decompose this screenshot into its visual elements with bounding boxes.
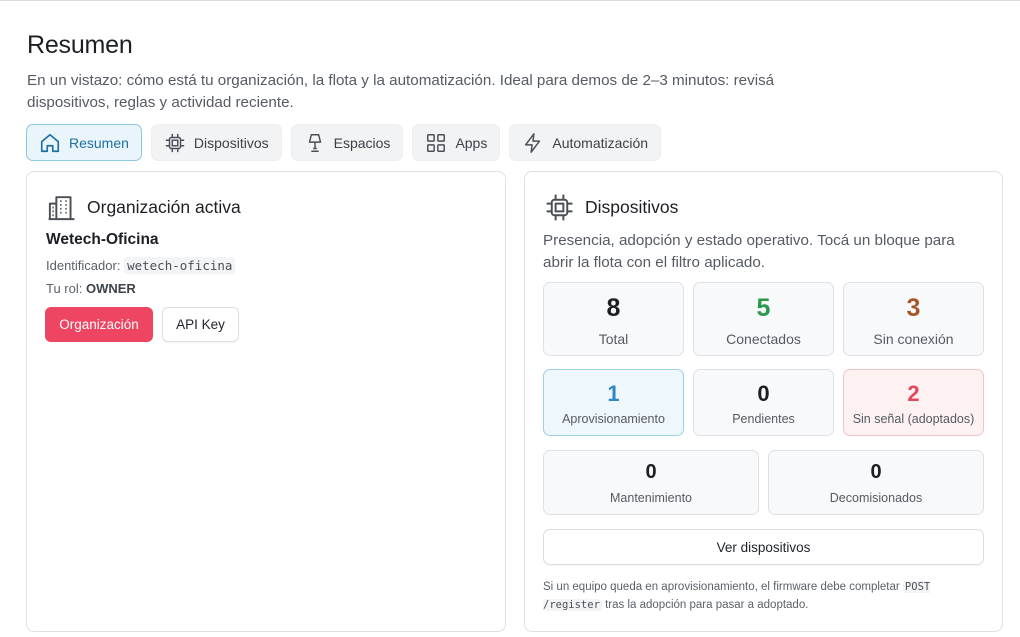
provisioning-note: Si un equipo queda en aprovisionamiento,… (543, 578, 983, 614)
identifier-label: Identificador: (46, 258, 121, 273)
stat-pending[interactable]: 0 Pendientes (693, 369, 834, 436)
stat-value: 0 (645, 461, 657, 483)
tab-label: Apps (455, 134, 488, 151)
chip-icon (165, 133, 185, 152)
organization-role: Tu rol: OWNER (46, 281, 136, 296)
tab-label: Automatización (552, 134, 649, 151)
home-icon (40, 133, 60, 152)
stat-value: 1 (607, 381, 620, 406)
grid-icon (427, 133, 446, 152)
stat-connected[interactable]: 5 Conectados (693, 282, 834, 356)
api-key-button[interactable]: API Key (162, 307, 239, 342)
stat-value: 3 (906, 294, 921, 322)
note-text: Si un equipo queda en aprovisionamiento,… (543, 581, 900, 593)
devices-card-header: Dispositivos (544, 192, 678, 223)
tab-automatizacion[interactable]: Automatización (509, 124, 662, 161)
stat-decommissioned[interactable]: 0 Decomisionados (768, 450, 984, 515)
devices-description: Presencia, adopción y estado operativo. … (543, 232, 955, 271)
stat-label: Sin señal (adoptados) (852, 412, 975, 426)
building-icon (48, 196, 75, 221)
stat-value: 0 (757, 381, 770, 406)
stat-label: Sin conexión (873, 331, 954, 347)
stat-label: Total (598, 331, 629, 347)
tab-espacios[interactable]: Espacios (290, 124, 404, 161)
page-title: Resumen (27, 31, 133, 59)
stat-provisioning[interactable]: 1 Aprovisionamiento (543, 369, 684, 436)
organization-card-header: Organización activa (46, 192, 241, 223)
organization-button[interactable]: Organización (45, 307, 153, 342)
role-value: OWNER (85, 281, 136, 296)
tab-label: Dispositivos (193, 134, 269, 151)
identifier-value: wetech-oficina (124, 257, 236, 274)
organization-identifier: Identificador: wetech-oficina (46, 257, 236, 274)
tab-dispositivos[interactable]: Dispositivos (150, 124, 282, 161)
stat-value: 0 (870, 461, 882, 483)
stat-value: 8 (606, 294, 621, 322)
organization-heading: Organización activa (87, 197, 241, 217)
stat-label: Decomisionados (829, 491, 923, 505)
stat-label: Aprovisionamiento (562, 412, 665, 426)
tab-bar: Resumen Dispositivos Espacios Apps Autom… (26, 124, 662, 161)
lamp-icon (308, 133, 321, 152)
stat-value: 2 (907, 381, 920, 406)
chip-icon (546, 194, 573, 221)
tab-apps[interactable]: Apps (412, 124, 501, 161)
organization-card: Organización activa Wetech-Oficina Ident… (26, 171, 506, 632)
stat-no-signal[interactable]: 2 Sin señal (adoptados) (843, 369, 984, 436)
bolt-icon (525, 132, 541, 153)
stat-label: Conectados (726, 331, 801, 347)
stat-maintenance[interactable]: 0 Mantenimiento (543, 450, 759, 515)
note-text: tras la adopción para pasar a adoptado. (605, 599, 809, 611)
devices-card: Dispositivos Presencia, adopción y estad… (524, 171, 1003, 632)
stat-value: 5 (756, 294, 771, 322)
organization-name: Wetech-Oficina (46, 231, 159, 248)
page-subtitle: En un vistazo: cómo está tu organización… (27, 72, 775, 111)
stat-label: Pendientes (732, 412, 795, 426)
devices-heading: Dispositivos (585, 197, 679, 217)
tab-label: Resumen (69, 134, 129, 151)
view-devices-button[interactable]: Ver dispositivos (543, 529, 984, 565)
stat-offline[interactable]: 3 Sin conexión (843, 282, 984, 356)
role-label: Tu rol: (46, 281, 83, 296)
tab-resumen[interactable]: Resumen (26, 124, 142, 161)
stat-total[interactable]: 8 Total (543, 282, 684, 356)
tab-label: Espacios (333, 134, 391, 151)
stat-label: Mantenimiento (610, 491, 692, 505)
